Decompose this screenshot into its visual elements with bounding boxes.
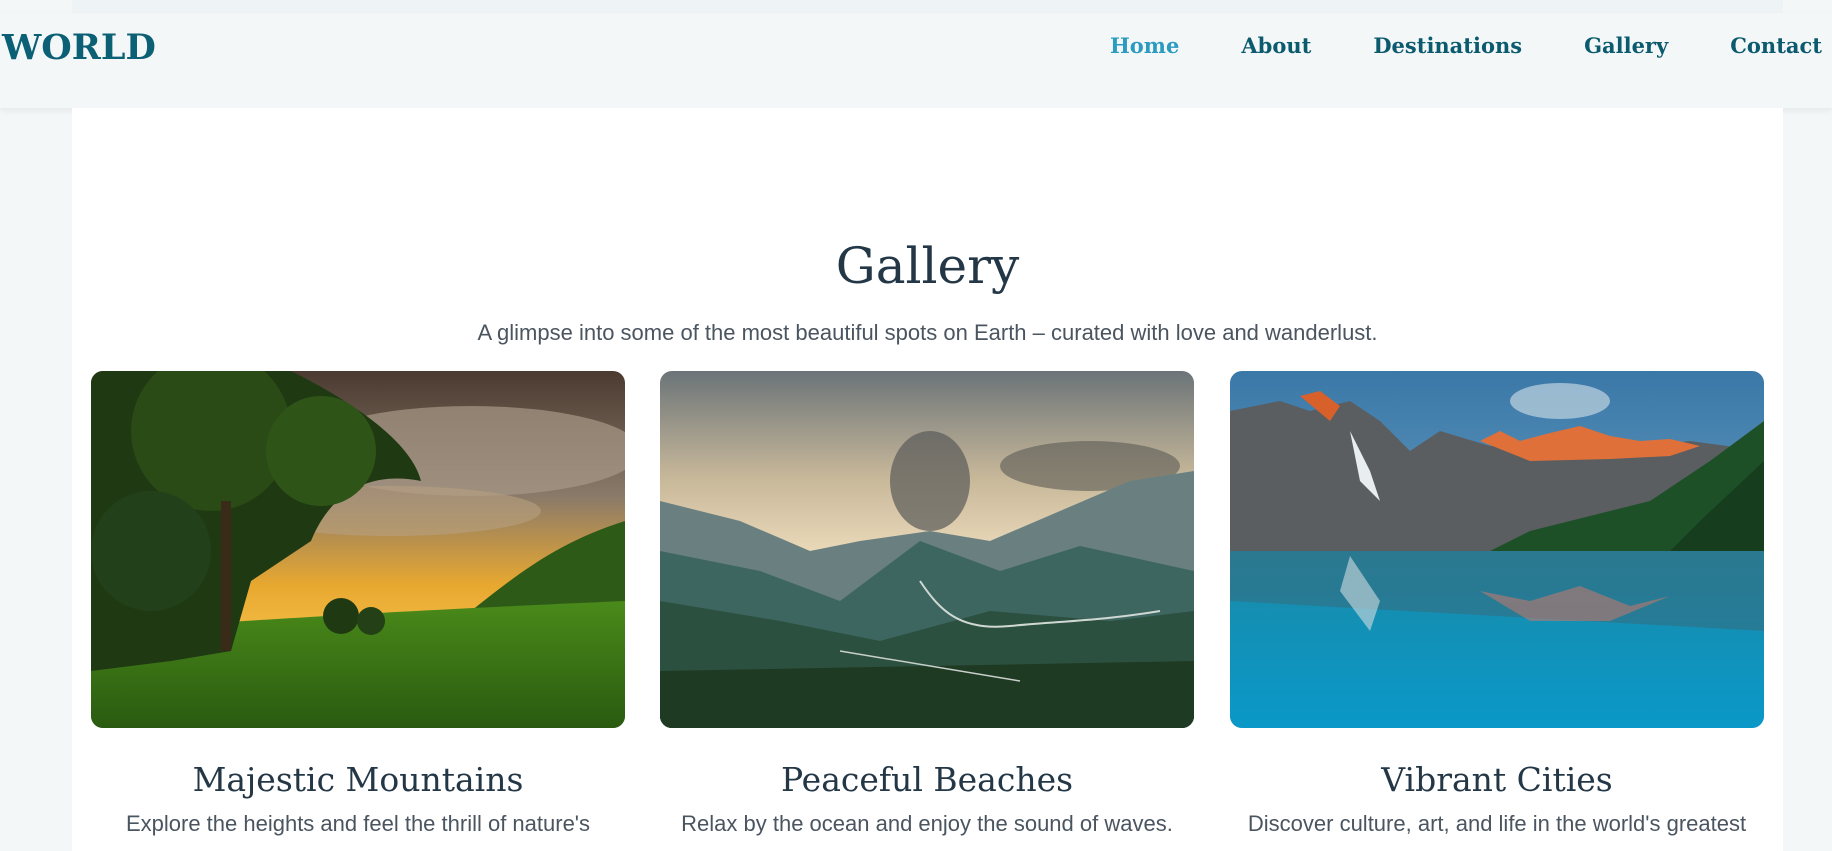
main-nav: Home About Destinations Gallery Contact: [1048, 33, 1822, 58]
card-title: Majestic Mountains: [192, 760, 524, 799]
card-description: Explore the heights and feel the thrill …: [125, 811, 591, 836]
card-description: Relax by the ocean and enjoy the sound o…: [681, 811, 1173, 836]
gallery-title: Gallery: [835, 236, 1020, 295]
card-description: Discover culture, art, and life in the w…: [1247, 811, 1747, 836]
site-logo[interactable]: WORLD: [2, 27, 156, 68]
gallery-card[interactable]: Peaceful Beaches Relax by the ocean and …: [660, 371, 1194, 837]
gallery-card[interactable]: Vibrant Cities Discover culture, art, an…: [1230, 371, 1764, 837]
gallery-image-meadow[interactable]: [91, 371, 625, 728]
gallery-image-valley[interactable]: [660, 371, 1194, 728]
nav-destinations-link[interactable]: Destinations: [1373, 33, 1522, 58]
top-strip: [72, 0, 1783, 13]
card-title: Peaceful Beaches: [780, 760, 1074, 799]
gallery-card[interactable]: Majestic Mountains Explore the heights a…: [91, 371, 625, 837]
gallery-image-lake[interactable]: [1230, 371, 1764, 728]
gallery-section: Gallery A glimpse into some of the most …: [72, 108, 1783, 851]
nav-contact-link[interactable]: Contact: [1730, 33, 1822, 58]
nav-gallery-link[interactable]: Gallery: [1584, 33, 1668, 58]
gallery-subtitle: A glimpse into some of the most beautifu…: [477, 320, 1378, 345]
navbar: WORLD Home About Destinations Gallery Co…: [0, 13, 1832, 108]
card-title: Vibrant Cities: [1381, 760, 1613, 799]
nav-about-link[interactable]: About: [1241, 33, 1311, 58]
nav-home-link[interactable]: Home: [1110, 33, 1179, 58]
